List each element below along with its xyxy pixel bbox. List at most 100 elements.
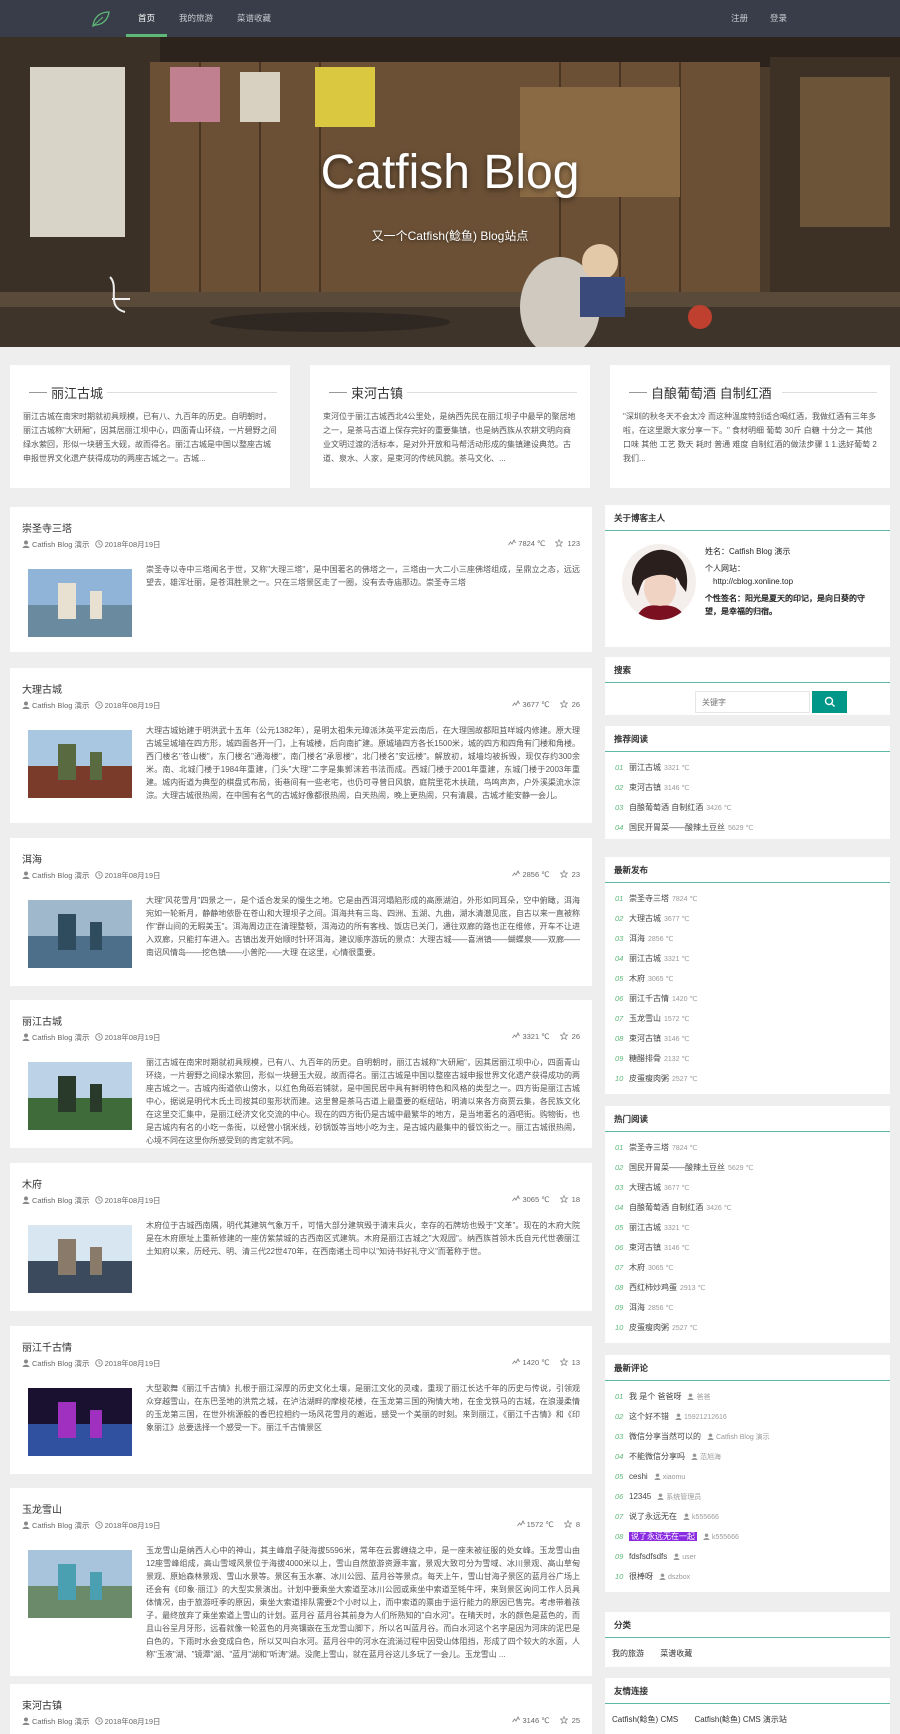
feature-card[interactable]: 自酿葡萄酒 自制红酒 "深圳的秋冬天不会太冷 而这种温度特别适合喝红酒，我做红酒… (610, 365, 890, 488)
list-item[interactable]: 06 丽江千古情 1420 ℃ (615, 989, 880, 1009)
list-item[interactable]: 08 西红柿炒鸡蛋 2913 ℃ (615, 1278, 880, 1298)
item-title[interactable]: ceshi (629, 1472, 648, 1481)
login-link[interactable]: 登录 (759, 0, 798, 37)
post-thumbnail[interactable] (28, 1225, 132, 1293)
list-item[interactable]: 04 不能微信分享吗 范旭海 (615, 1447, 880, 1467)
feature-card[interactable]: 丽江古城 丽江古城在南宋时期就初具规模，已有八、九百年的历史。自明朝时，丽江古城… (10, 365, 290, 488)
list-item[interactable]: 02 大理古城 3677 ℃ (615, 909, 880, 929)
post-title[interactable]: 束河古镇 (22, 1697, 580, 1712)
owner-site-link[interactable]: http://cblog.xonline.top (705, 575, 877, 588)
star-icon[interactable] (559, 870, 568, 878)
item-title[interactable]: 束河古镇 (629, 1243, 661, 1252)
item-title[interactable]: 西红柿炒鸡蛋 (629, 1283, 677, 1292)
item-title[interactable]: fdsfsdfsdfs (629, 1552, 667, 1561)
item-title[interactable]: 洱海 (629, 1303, 645, 1312)
list-item[interactable]: 07 玉龙雪山 1572 ℃ (615, 1009, 880, 1029)
feature-title[interactable]: 自酿葡萄酒 自制红酒 (623, 383, 877, 402)
item-title[interactable]: 丽江千古情 (629, 994, 669, 1003)
star-icon[interactable] (559, 700, 568, 708)
nav-home[interactable]: 首页 (126, 0, 168, 37)
star-icon[interactable] (559, 1716, 568, 1724)
item-title[interactable]: 糖醋排骨 (629, 1054, 661, 1063)
list-item[interactable]: 02 这个好不错 15921212616 (615, 1407, 880, 1427)
post-title[interactable]: 崇圣寺三塔 (22, 520, 580, 535)
item-title[interactable]: 束河古镇 (629, 783, 661, 792)
item-title[interactable]: 国民开胃菜——酸辣土豆丝 (629, 823, 725, 832)
list-item[interactable]: 04 国民开胃菜——酸辣土豆丝 5629 ℃ (615, 818, 880, 838)
item-title[interactable]: 微信分享当然可以的 (629, 1432, 701, 1441)
item-title[interactable]: 丽江古城 (629, 954, 661, 963)
list-item[interactable]: 09 糖醋排骨 2132 ℃ (615, 1049, 880, 1069)
list-item[interactable]: 09 洱海 2856 ℃ (615, 1298, 880, 1318)
star-icon[interactable] (559, 1358, 568, 1366)
item-title[interactable]: 12345 (629, 1492, 651, 1501)
feature-card[interactable]: 束河古镇 束河位于丽江古城西北4公里处，是纳西先民在丽江坝子中最早的聚居地之一，… (310, 365, 590, 488)
post-title[interactable]: 丽江千古情 (22, 1339, 580, 1354)
item-title[interactable]: 自酿葡萄酒 自制红酒 (629, 803, 703, 812)
list-item[interactable]: 01 崇圣寺三塔 7824 ℃ (615, 889, 880, 909)
star-icon[interactable] (563, 1520, 572, 1528)
search-input[interactable] (695, 691, 810, 713)
list-item[interactable]: 03 大理古城 3677 ℃ (615, 1178, 880, 1198)
list-item[interactable]: 02 束河古镇 3146 ℃ (615, 778, 880, 798)
list-item[interactable]: 05 ceshi xiaomu (615, 1467, 880, 1487)
list-item[interactable]: 01 我 是个 爸爸呀 爸爸 (615, 1387, 880, 1407)
item-title[interactable]: 国民开胃菜——酸辣土豆丝 (629, 1163, 725, 1172)
list-item[interactable]: 02 国民开胃菜——酸辣土豆丝 5629 ℃ (615, 1158, 880, 1178)
list-item[interactable]: 06 12345 系统管理员 (615, 1487, 880, 1507)
item-title[interactable]: 大理古城 (629, 1183, 661, 1192)
search-button[interactable] (812, 691, 847, 713)
item-title[interactable]: 我 是个 爸爸呀 (629, 1392, 681, 1401)
list-item[interactable]: 01 丽江古城 3321 ℃ (615, 758, 880, 778)
item-title[interactable]: 玉龙雪山 (629, 1014, 661, 1023)
list-item[interactable]: 09 fdsfsdfsdfs user (615, 1547, 880, 1567)
register-link[interactable]: 注册 (720, 0, 759, 37)
post-title[interactable]: 玉龙雪山 (22, 1501, 580, 1516)
item-title[interactable]: 很棒呀 (629, 1572, 653, 1581)
star-icon[interactable] (559, 1032, 568, 1040)
feature-title[interactable]: 丽江古城 (23, 383, 277, 402)
post-title[interactable]: 丽江古城 (22, 1013, 580, 1028)
item-title[interactable]: 丽江古城 (629, 1223, 661, 1232)
list-item[interactable]: 03 微信分享当然可以的 Catfish Blog 演示 (615, 1427, 880, 1447)
post-title[interactable]: 洱海 (22, 851, 580, 866)
post-thumbnail[interactable] (28, 730, 132, 798)
item-title[interactable]: 皮蛋瘦肉粥 (629, 1074, 669, 1083)
list-item[interactable]: 05 丽江古城 3321 ℃ (615, 1218, 880, 1238)
category-link[interactable]: 我的旅游 (612, 1649, 644, 1658)
item-title[interactable]: 木府 (629, 1263, 645, 1272)
item-title[interactable]: 崇圣寺三塔 (629, 1143, 669, 1152)
list-item[interactable]: 04 丽江古城 3321 ℃ (615, 949, 880, 969)
item-title[interactable]: 木府 (629, 974, 645, 983)
item-title[interactable]: 说了永远无在 (629, 1512, 677, 1521)
nav-recipes[interactable]: 菜谱收藏 (225, 0, 283, 37)
post-thumbnail[interactable] (28, 1388, 132, 1456)
post-thumbnail[interactable] (28, 569, 132, 637)
item-title[interactable]: 丽江古城 (629, 763, 661, 772)
friend-link[interactable]: Catfish(鲶鱼) CMS (612, 1715, 678, 1724)
item-title[interactable]: 崇圣寺三塔 (629, 894, 669, 903)
list-item[interactable]: 01 崇圣寺三塔 7824 ℃ (615, 1138, 880, 1158)
leaf-icon[interactable] (90, 9, 112, 29)
list-item[interactable]: 07 木府 3065 ℃ (615, 1258, 880, 1278)
list-item[interactable]: 10 皮蛋瘦肉粥 2527 ℃ (615, 1069, 880, 1089)
item-title[interactable]: 不能微信分享吗 (629, 1452, 685, 1461)
star-icon[interactable] (559, 1195, 568, 1203)
list-item[interactable]: 08 束河古镇 3146 ℃ (615, 1029, 880, 1049)
list-item[interactable]: 03 自酿葡萄酒 自制红酒 3426 ℃ (615, 798, 880, 818)
list-item[interactable]: 05 木府 3065 ℃ (615, 969, 880, 989)
post-thumbnail[interactable] (28, 1062, 132, 1130)
post-thumbnail[interactable] (28, 900, 132, 968)
nav-travel[interactable]: 我的旅游 (167, 0, 225, 37)
post-title[interactable]: 木府 (22, 1176, 580, 1191)
item-title[interactable]: 皮蛋瘦肉粥 (629, 1323, 669, 1332)
list-item[interactable]: 10 很棒呀 dszbox (615, 1567, 880, 1587)
feature-title[interactable]: 束河古镇 (323, 383, 577, 402)
list-item[interactable]: 03 洱海 2856 ℃ (615, 929, 880, 949)
category-link[interactable]: 菜谱收藏 (660, 1649, 692, 1658)
item-title[interactable]: 自酿葡萄酒 自制红酒 (629, 1203, 703, 1212)
item-title[interactable]: 说了永远无在一起 (629, 1532, 697, 1541)
list-item[interactable]: 06 束河古镇 3146 ℃ (615, 1238, 880, 1258)
item-title[interactable]: 大理古城 (629, 914, 661, 923)
friend-link[interactable]: Catfish(鲶鱼) CMS 演示站 (694, 1715, 786, 1724)
